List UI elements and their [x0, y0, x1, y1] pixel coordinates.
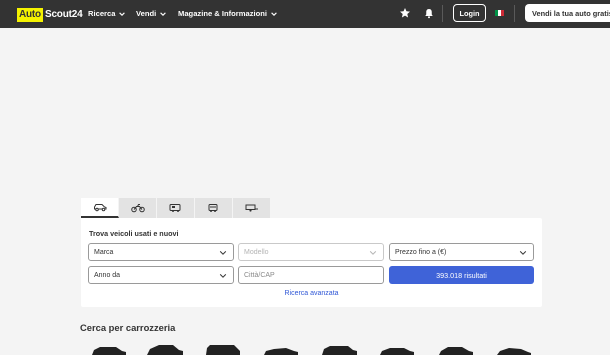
logo-scout-text: Scout24	[44, 9, 83, 20]
advanced-search-link[interactable]: Ricerca avanzata	[81, 290, 542, 297]
tab-trailer[interactable]	[233, 198, 271, 218]
nav-vendi[interactable]: Vendi	[136, 9, 167, 18]
city-zip-input[interactable]: Città/CAP	[238, 266, 384, 284]
flag-red	[501, 10, 504, 16]
body-type-car-icon[interactable]	[439, 347, 473, 355]
logo-auto-text: Auto	[17, 7, 43, 22]
chevron-down-icon	[519, 251, 527, 255]
header-divider	[442, 5, 443, 22]
tab-truck[interactable]	[195, 198, 233, 218]
chevron-down-icon	[271, 11, 277, 16]
body-type-section-title: Cerca per carrozzeria	[80, 322, 176, 333]
top-navigation-bar: Auto Scout24 Ricerca Vendi Magazine & In…	[0, 0, 610, 28]
star-icon	[400, 8, 410, 18]
make-select-value: Marca	[94, 248, 114, 256]
vehicle-type-tabs	[81, 198, 271, 218]
header-divider	[514, 5, 515, 22]
vehicle-search-panel: Trova veicoli usati e nuovi Marca Modell…	[81, 218, 542, 307]
motorcycle-icon	[130, 204, 145, 213]
model-select-value: Modello	[244, 248, 269, 256]
body-type-car-icon[interactable]	[322, 346, 357, 355]
body-type-car-icon[interactable]	[497, 348, 531, 355]
year-from-select[interactable]: Anno da	[88, 266, 234, 284]
nav-ricerca-label: Ricerca	[88, 9, 116, 18]
favorites-button[interactable]	[399, 7, 411, 19]
chevron-down-icon	[219, 251, 227, 255]
body-type-car-icon[interactable]	[147, 345, 183, 355]
max-price-select[interactable]: Prezzo fino a (€)	[389, 243, 534, 261]
car-icon	[93, 204, 106, 212]
show-results-button[interactable]: 393.018 risultati	[389, 266, 534, 284]
model-select[interactable]: Modello	[238, 243, 384, 261]
bell-icon	[424, 9, 433, 19]
sell-car-button[interactable]: Vendi la tua auto gratis	[525, 4, 610, 22]
tab-motorcycle[interactable]	[119, 198, 157, 218]
city-zip-placeholder: Città/CAP	[244, 271, 275, 279]
body-type-car-icon[interactable]	[206, 345, 240, 355]
tab-camper[interactable]	[157, 198, 195, 218]
trailer-icon	[245, 204, 258, 212]
camper-icon	[169, 204, 181, 212]
truck-icon	[208, 204, 218, 212]
nav-magazine-label: Magazine & Informazioni	[178, 9, 268, 18]
notifications-button[interactable]	[423, 8, 434, 19]
nav-ricerca[interactable]: Ricerca	[88, 9, 126, 18]
make-select[interactable]: Marca	[88, 243, 234, 261]
body-type-car-icon[interactable]	[380, 348, 414, 355]
tab-car[interactable]	[81, 198, 119, 218]
nav-magazine[interactable]: Magazine & Informazioni	[178, 9, 278, 18]
login-button[interactable]: Login	[453, 4, 486, 22]
chevron-down-icon	[219, 274, 227, 278]
autoscout24-logo[interactable]: Auto Scout24	[17, 7, 83, 22]
search-panel-title: Trova veicoli usati e nuovi	[89, 229, 179, 238]
body-type-car-icon[interactable]	[92, 347, 126, 355]
body-type-car-row	[92, 345, 531, 355]
chevron-down-icon	[160, 11, 167, 16]
language-flag-italy-icon[interactable]	[495, 10, 504, 16]
chevron-down-icon	[119, 11, 126, 16]
max-price-select-value: Prezzo fino a (€)	[395, 248, 447, 256]
year-from-select-value: Anno da	[94, 271, 121, 279]
body-type-car-icon[interactable]	[264, 348, 298, 355]
nav-vendi-label: Vendi	[136, 9, 157, 18]
chevron-down-icon	[369, 251, 377, 255]
